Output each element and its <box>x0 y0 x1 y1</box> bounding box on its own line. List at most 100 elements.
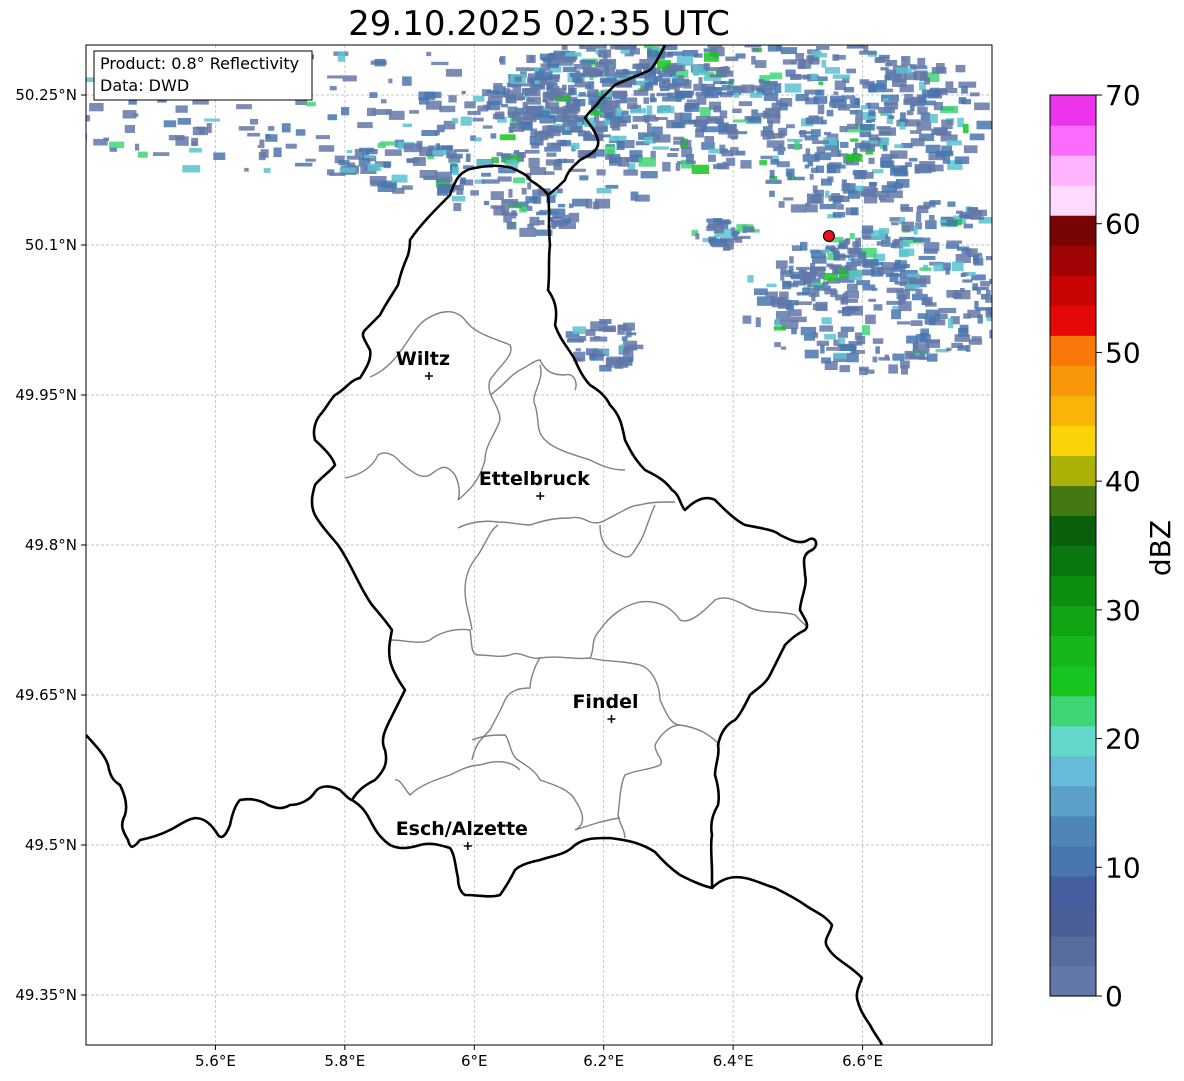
radar-pixel <box>647 37 652 43</box>
radar-pixel <box>740 160 752 169</box>
radar-pixel <box>618 157 630 167</box>
radar-pixel <box>790 316 807 323</box>
radar-pixel <box>65 74 82 81</box>
radar-pixel <box>1014 313 1026 321</box>
radar-pixel <box>863 195 878 204</box>
radar-pixel <box>623 322 635 331</box>
radar-pixel <box>572 77 582 83</box>
radar-pixel <box>762 134 771 140</box>
colorbar-bin <box>1050 725 1096 757</box>
radar-pixel <box>816 146 826 154</box>
radar-pixel <box>848 190 860 199</box>
radar-pixel <box>452 117 459 124</box>
radar-pixel <box>267 126 275 131</box>
radar-pixel <box>790 73 802 80</box>
colorbar-bin <box>1050 395 1096 426</box>
radar-pixel <box>876 137 881 142</box>
radar-pixel <box>557 188 563 194</box>
radar-pixel <box>460 177 466 184</box>
radar-pixel <box>9 72 25 81</box>
radar-pixel <box>838 268 846 278</box>
radar-pixel <box>819 203 837 210</box>
radar-pixel <box>789 256 794 264</box>
radar-pixel <box>791 327 797 335</box>
radar-pixel <box>315 135 330 140</box>
radar-pixel <box>695 116 709 125</box>
radar-pixel <box>654 117 668 120</box>
lat-tick-label: 50.25°N <box>15 86 77 104</box>
radar-pixel <box>876 241 883 246</box>
radar-pixel <box>460 116 472 126</box>
radar-pixel <box>840 344 857 351</box>
radar-pixel <box>175 136 189 146</box>
radar-pixel <box>500 104 509 108</box>
radar-pixel <box>89 103 104 112</box>
radar-pixel <box>832 54 840 61</box>
radar-pixel <box>620 39 636 42</box>
radar-pixel <box>259 139 265 146</box>
radar-pixel <box>678 34 693 39</box>
radar-pixel <box>846 352 859 363</box>
radar-pixel <box>490 133 497 139</box>
colorbar-bin <box>1050 635 1096 667</box>
radar-pixel <box>832 196 842 205</box>
radar-pixel <box>708 238 718 244</box>
radar-pixel <box>57 66 61 75</box>
radar-pixel <box>490 191 504 200</box>
colorbar-bin <box>1050 935 1096 967</box>
radar-pixel <box>676 55 694 66</box>
radar-pixel <box>901 221 914 232</box>
radar-pixel <box>547 63 559 69</box>
radar-pixel <box>898 294 906 304</box>
radar-pixel <box>788 309 802 317</box>
radar-pixel <box>721 35 727 41</box>
radar-pixel <box>958 327 969 337</box>
radar-pixel <box>890 242 896 249</box>
radar-pixel <box>923 242 940 252</box>
radar-pixel <box>501 199 519 207</box>
radar-pixel <box>470 190 479 196</box>
radar-pixel <box>771 298 787 308</box>
radar-pixel <box>868 157 875 164</box>
radar-pixel <box>578 92 586 97</box>
radar-pixel <box>616 141 625 150</box>
radar-pixel <box>452 166 459 176</box>
radar-pixel <box>472 117 484 122</box>
radar-pixel <box>589 353 596 360</box>
radar-pixel <box>826 346 838 351</box>
radar-pixel <box>865 314 876 325</box>
radar-pixel <box>859 131 872 138</box>
colorbar-tick-label: 10 <box>1105 851 1141 884</box>
radar-pixel <box>659 82 667 88</box>
radar-pixel <box>25 144 40 152</box>
radar-pixel <box>40 115 55 123</box>
radar-pixel <box>892 306 899 310</box>
radar-pixel <box>825 190 830 198</box>
radar-pixel <box>894 259 901 269</box>
radar-pixel <box>989 329 992 339</box>
colorbar-label: dBZ <box>1144 520 1177 576</box>
city-label: Findel <box>572 691 638 713</box>
longitude-ticks: 5.6°E 5.8°E 6°E 6.2°E 6.4°E 6.6°E <box>195 1045 883 1070</box>
radar-pixel <box>621 336 628 341</box>
radar-pixel <box>544 92 552 98</box>
radar-pixel <box>614 71 626 78</box>
radar-pixel <box>192 126 208 136</box>
radar-pixel <box>888 115 895 119</box>
radar-pixel <box>822 281 829 286</box>
radar-pixel <box>844 238 849 246</box>
radar-pixel <box>681 147 693 158</box>
colorbar-tick-label: 30 <box>1105 594 1141 627</box>
radar-pixel <box>656 92 673 97</box>
radar-pixel <box>973 254 979 264</box>
radar-pixel <box>760 155 773 160</box>
lat-tick-label: 49.35°N <box>15 986 77 1004</box>
radar-pixel <box>916 206 929 214</box>
radar-pixel <box>919 267 932 271</box>
radar-pixel <box>21 106 30 110</box>
radar-pixel <box>436 176 453 183</box>
radar-pixel <box>918 255 936 260</box>
radar-pixel <box>940 88 958 94</box>
radar-pixel <box>766 140 785 148</box>
radar-pixel <box>579 175 589 181</box>
